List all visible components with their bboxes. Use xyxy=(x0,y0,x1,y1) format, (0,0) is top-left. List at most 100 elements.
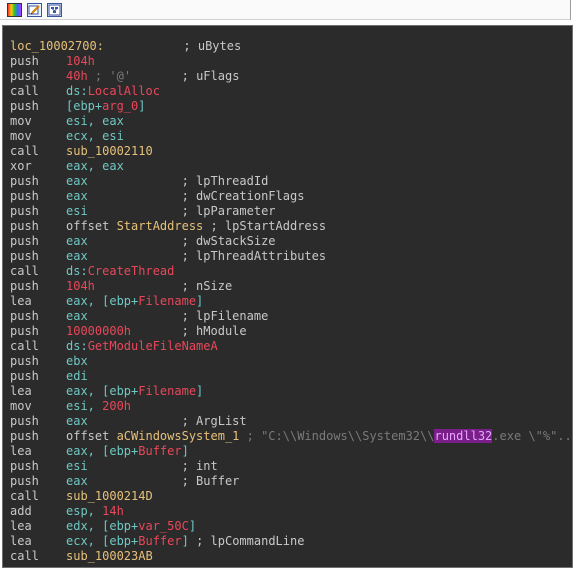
mnemonic: push xyxy=(10,54,39,68)
subroutine-ref[interactable]: sub_10002110 xyxy=(66,144,153,158)
code-line[interactable]: push 40h ; '@' ; uFlags xyxy=(10,69,572,84)
operand: eax, [ebp+ xyxy=(66,444,139,458)
code-line[interactable]: push edi xyxy=(10,369,572,384)
line-comment: ; lpFilename xyxy=(181,309,269,323)
mnemonic: push xyxy=(10,414,39,428)
operand: eax, [ebp+ xyxy=(66,294,139,308)
line-comment: ; int xyxy=(181,459,218,473)
search-highlight: rundll32 xyxy=(434,429,493,443)
code-line[interactable]: mov ecx, esi xyxy=(10,129,572,144)
operand: eax xyxy=(66,309,88,323)
operand: ecx, esi xyxy=(66,129,124,143)
string-comment: ; "C:\\Windows\\System32\\ xyxy=(239,429,435,443)
operand: 10000000h xyxy=(66,324,132,338)
operand: 40h xyxy=(66,69,88,83)
operand: esi, eax xyxy=(66,114,124,128)
variable-name[interactable]: Buffer xyxy=(138,534,181,548)
mnemonic: lea xyxy=(10,534,32,548)
code-line[interactable]: push eax ; lpThreadAttributes xyxy=(10,249,572,264)
mnemonic: call xyxy=(10,84,39,98)
code-line[interactable]: push esi ; lpParameter xyxy=(10,204,572,219)
code-line[interactable]: push [ebp+arg_0] xyxy=(10,99,572,114)
code-line[interactable]: call sub_1000214D xyxy=(10,489,572,504)
variable-name[interactable]: var_50C xyxy=(138,519,189,533)
code-line[interactable]: call sub_10002110 xyxy=(10,144,572,159)
disassembly-listing[interactable]: loc_10002700: ; uBytes push 104h push 40h … xyxy=(2,25,573,568)
mnemonic: xor xyxy=(10,159,32,173)
code-line[interactable]: push eax ; lpThreadId xyxy=(10,174,572,189)
mnemonic: call xyxy=(10,264,39,278)
code-line[interactable]: push offset StartAddress ; lpStartAddress xyxy=(10,219,572,234)
operand: eax xyxy=(66,234,88,248)
mnemonic: call xyxy=(10,144,39,158)
code-line[interactable]: add esp, 14h xyxy=(10,504,572,519)
subroutine-ref[interactable]: sub_100023AB xyxy=(66,549,153,563)
operand: ecx, [ebp+ xyxy=(66,534,139,548)
code-line[interactable]: push eax ; lpFilename xyxy=(10,309,572,324)
variable-name[interactable]: Buffer xyxy=(138,444,181,458)
operand: 104h xyxy=(66,279,95,293)
operand: ] xyxy=(181,444,189,458)
location-label[interactable]: loc_10002700: xyxy=(10,39,104,53)
mnemonic: push xyxy=(10,69,39,83)
function-ref[interactable]: StartAddress xyxy=(117,219,204,233)
mnemonic: push xyxy=(10,324,39,338)
line-comment: ; lpStartAddress xyxy=(203,219,327,233)
operand: edi xyxy=(66,369,88,383)
code-line[interactable]: push esi ; int xyxy=(10,459,572,474)
mnemonic: lea xyxy=(10,519,32,533)
operand: eax, [ebp+ xyxy=(66,384,139,398)
code-line[interactable]: push 104h ; nSize xyxy=(10,279,572,294)
code-line[interactable]: push eax ; dwStackSize xyxy=(10,234,572,249)
code-line[interactable]: lea eax, [ebp+Buffer] xyxy=(10,444,572,459)
code-line[interactable]: call sub_100023AB xyxy=(10,549,572,564)
mnemonic: lea xyxy=(10,444,32,458)
code-line[interactable]: push offset aCWindowsSystem_1 ; "C:\\Wind… xyxy=(10,429,572,444)
operand: [ebp+ xyxy=(66,99,103,113)
code-line[interactable]: push eax ; Buffer xyxy=(10,474,572,489)
code-line[interactable]: call ds:CreateThread xyxy=(10,264,572,279)
code-line[interactable]: lea eax, [ebp+Filename] xyxy=(10,384,572,399)
code-line[interactable]: push eax ; ArgList xyxy=(10,414,572,429)
code-line[interactable]: push 104h xyxy=(10,54,572,69)
operand: eax xyxy=(66,474,88,488)
api-name[interactable]: GetModuleFileNameA xyxy=(88,339,218,353)
char-comment: ; '@' xyxy=(94,69,132,83)
ida-view-window: loc_10002700: ; uBytes push 104h push 40h … xyxy=(0,0,575,568)
variable-name[interactable]: Filename xyxy=(138,294,196,308)
mnemonic: push xyxy=(10,474,39,488)
code-line[interactable]: push 10000000h ; hModule xyxy=(10,324,572,339)
operand: eax xyxy=(66,414,88,428)
edit-icon[interactable] xyxy=(27,3,42,17)
operand: ebx xyxy=(66,354,88,368)
graph-view-icon[interactable] xyxy=(47,3,62,17)
operand: ] xyxy=(196,384,204,398)
code-line-label[interactable]: loc_10002700: ; uBytes xyxy=(10,39,572,54)
variable-name[interactable]: Filename xyxy=(138,384,196,398)
mnemonic: push xyxy=(10,309,39,323)
code-line[interactable]: lea eax, [ebp+Filename] xyxy=(10,294,572,309)
string-ref[interactable]: aCWindowsSystem_1 xyxy=(117,429,240,443)
mnemonic: mov xyxy=(10,114,32,128)
code-line[interactable]: mov esi, eax xyxy=(10,114,572,129)
operand: ] xyxy=(188,519,197,533)
code-line[interactable]: push eax ; dwCreationFlags xyxy=(10,189,572,204)
code-line[interactable]: mov esi, 200h xyxy=(10,399,572,414)
operand: esi, xyxy=(66,399,103,413)
mnemonic: lea xyxy=(10,384,32,398)
code-line[interactable]: call ds:GetModuleFileNameA xyxy=(10,339,572,354)
mnemonic: push xyxy=(10,174,39,188)
mnemonic: push xyxy=(10,219,39,233)
subroutine-ref[interactable]: sub_1000214D xyxy=(66,489,153,503)
code-line[interactable]: call ds:LocalAlloc xyxy=(10,84,572,99)
color-palette-icon[interactable] xyxy=(7,3,22,17)
variable-name[interactable]: arg_0 xyxy=(102,99,138,113)
code-line[interactable]: lea edx, [ebp+var_50C] xyxy=(10,519,572,534)
operand: 14h xyxy=(102,504,124,518)
api-name[interactable]: LocalAlloc xyxy=(88,84,160,98)
code-line[interactable]: xor eax, eax xyxy=(10,159,572,174)
mnemonic: push xyxy=(10,354,39,368)
code-line[interactable]: push ebx xyxy=(10,354,572,369)
api-name[interactable]: CreateThread xyxy=(88,264,175,278)
code-line[interactable]: lea ecx, [ebp+Buffer] ; lpCommandLine xyxy=(10,534,572,549)
